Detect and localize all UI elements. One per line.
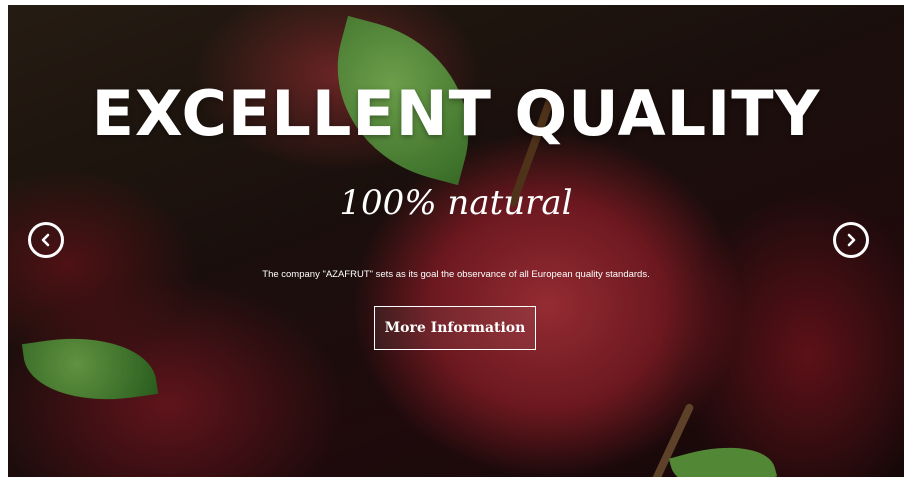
slide-subtitle: 100% natural [339, 183, 573, 223]
slide-title: EXCELLENT QUALITY [91, 77, 821, 150]
slide-description: The company "AZAFRUT" sets as its goal t… [262, 269, 650, 280]
slider-prev-button[interactable] [28, 222, 64, 258]
chevron-right-icon [847, 233, 856, 247]
hero-slider: EXCELLENT QUALITY 100% natural The compa… [8, 5, 904, 477]
image-overlay [8, 5, 904, 477]
slider-next-button[interactable] [833, 222, 869, 258]
more-information-button[interactable]: More Information [374, 306, 536, 350]
chevron-left-icon [41, 233, 50, 247]
